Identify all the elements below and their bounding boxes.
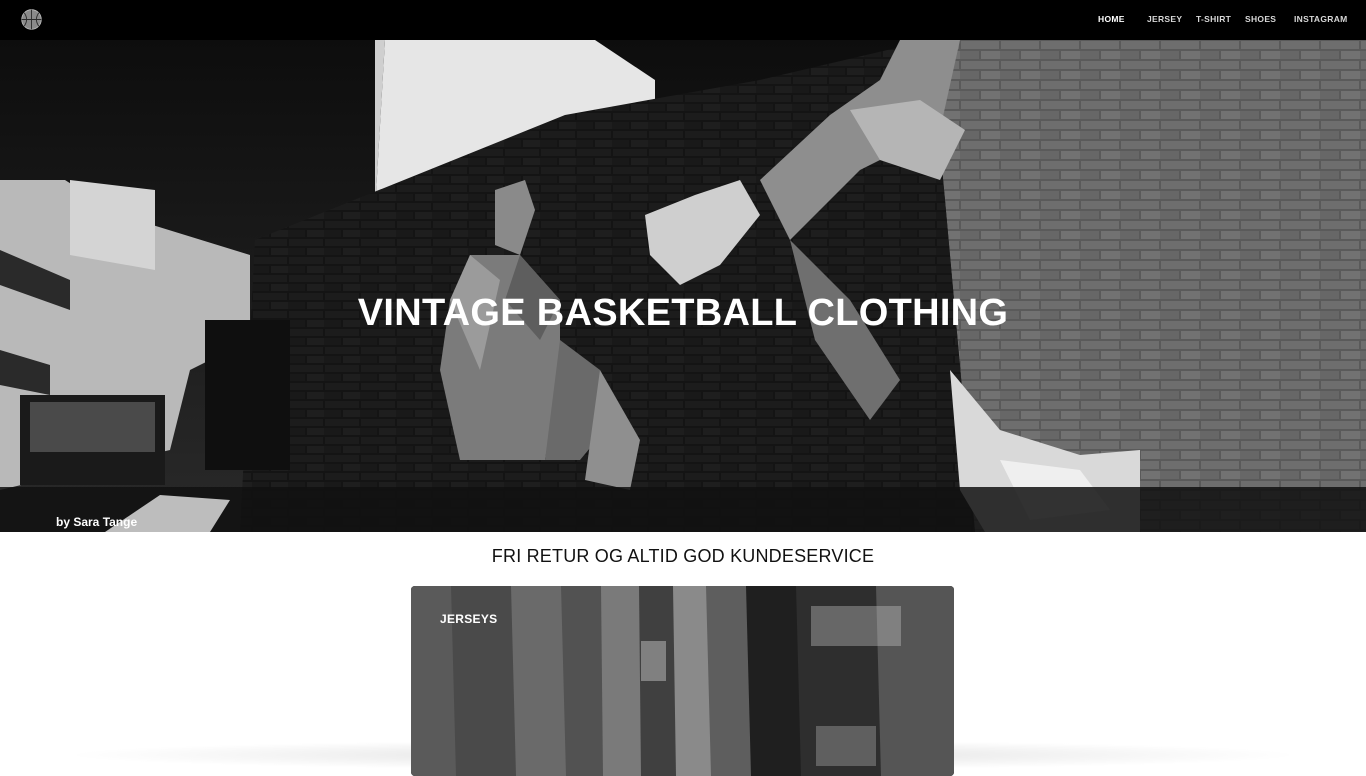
nav-shoes[interactable]: SHOES <box>1245 14 1276 24</box>
hero-banner: VINTAGE BASKETBALL CLOTHING by Sara Tang… <box>0 40 1366 532</box>
category-label: JERSEYS <box>440 612 498 626</box>
nav-home[interactable]: HOME <box>1098 14 1125 24</box>
nav-instagram[interactable]: INSTAGRAM <box>1294 14 1348 24</box>
hero-credit: by Sara Tange <box>56 515 138 529</box>
top-navigation-bar: HOME JERSEY T-SHIRT SHOES INSTAGRAM <box>0 0 1366 40</box>
nav-tshirt[interactable]: T-SHIRT <box>1196 14 1231 24</box>
nav-jersey[interactable]: JERSEY <box>1147 14 1182 24</box>
tagline: FRI RETUR OG ALTID GOD KUNDESERVICE <box>491 546 875 566</box>
basketball-icon[interactable] <box>21 9 42 30</box>
hero-mural-image <box>0 40 1366 532</box>
category-card-jerseys[interactable]: JERSEYS <box>411 586 954 776</box>
hero-title: VINTAGE BASKETBALL CLOTHING <box>357 292 1009 334</box>
